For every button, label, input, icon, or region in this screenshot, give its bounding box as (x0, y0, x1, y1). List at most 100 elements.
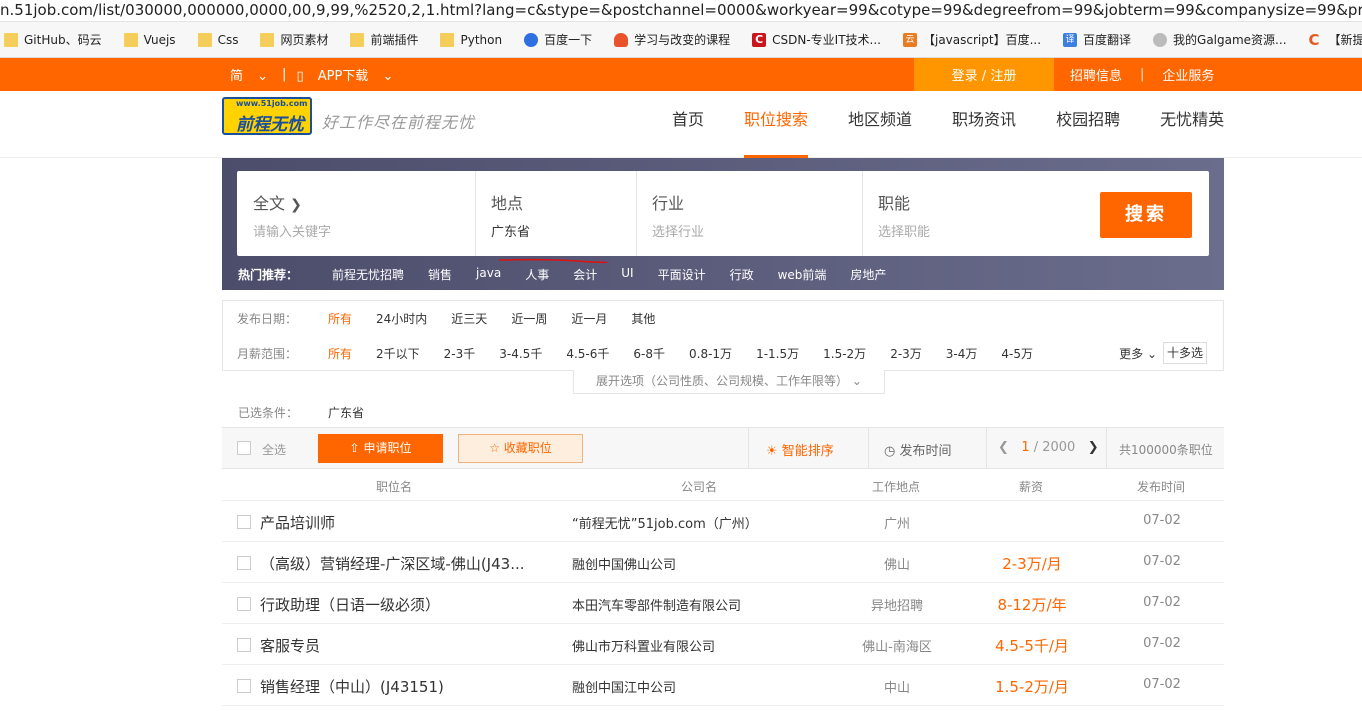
salary-option[interactable]: 1-1.5万 (756, 345, 799, 362)
hot-keyword[interactable]: 行政 (730, 266, 754, 283)
table-row[interactable]: 客服专员 佛山市万科置业有限公司 佛山-南海区 4.5-5千/月 07-02 (222, 624, 1224, 665)
salary-option[interactable]: 2-3千 (444, 345, 476, 362)
hot-keyword[interactable]: 会计 (573, 266, 597, 283)
salary-option[interactable]: 2-3万 (890, 345, 922, 362)
apply-job-button[interactable]: ⇧ 申请职位 (318, 434, 443, 463)
bookmark-item[interactable]: 网页素材 (260, 31, 328, 48)
date-option[interactable]: 近三天 (451, 310, 487, 327)
bookmark-item[interactable]: GitHub、码云 (4, 31, 102, 48)
company-name[interactable]: “前程无忧”51job.com（广州） (572, 513, 758, 532)
recruit-info-link[interactable]: 招聘信息 (1070, 65, 1122, 84)
app-download-link[interactable]: ▯ APP下载 ⌄ (296, 65, 393, 84)
job-title[interactable]: （高级）营销经理-广深区域-佛山(J43... (260, 553, 550, 574)
location-field[interactable]: 地点 广东省 (476, 171, 636, 256)
prev-page-icon[interactable]: ❮ (998, 440, 1009, 455)
multi-select-button[interactable]: 十多选 (1163, 342, 1207, 364)
nav-item[interactable]: 地区频道 (828, 91, 932, 158)
hot-keyword[interactable]: 前程无忧招聘 (332, 266, 404, 283)
favorite-job-button[interactable]: ☆ 收藏职位 (458, 434, 583, 463)
keyword-input[interactable]: 请输入关键字 (253, 221, 331, 240)
salary-option[interactable]: 所有 (328, 345, 352, 362)
hot-keyword[interactable]: web前端 (778, 266, 827, 283)
job-title[interactable]: 产品培训师 (260, 512, 550, 533)
function-select[interactable]: 选择职能 (878, 221, 930, 240)
nav-item[interactable]: 校园招聘 (1036, 91, 1140, 158)
date-option[interactable]: 24小时内 (376, 310, 427, 327)
date-option[interactable]: 近一月 (571, 310, 607, 327)
salary-option[interactable]: 1.5-2万 (823, 345, 866, 362)
company-name[interactable]: 融创中国江中公司 (572, 677, 676, 696)
hot-keyword[interactable]: java (476, 266, 501, 283)
fulltext-field[interactable]: 全文 ❯ 请输入关键字 (237, 171, 475, 256)
row-checkbox[interactable] (237, 638, 251, 652)
date-option[interactable]: 所有 (328, 310, 352, 327)
bookmark-item[interactable]: 前端插件 (350, 31, 418, 48)
more-button[interactable]: 更多 ⌄ (1119, 345, 1157, 362)
job-title[interactable]: 销售经理（中山）(J43151) (260, 676, 550, 697)
date-option[interactable]: 近一周 (511, 310, 547, 327)
table-row[interactable]: 销售经理（中山）(J43151) 融创中国江中公司 中山 1.5-2万/月 07-02 (222, 665, 1224, 706)
nav-item[interactable]: 职位搜索 (724, 91, 828, 158)
enterprise-service-link[interactable]: 企业服务 (1162, 65, 1214, 84)
function-field[interactable]: 职能 选择职能 (863, 171, 1088, 256)
nav-item[interactable]: 职场资讯 (932, 91, 1036, 158)
bookmark-item[interactable]: C CSDN-专业IT技术... (752, 31, 881, 48)
bookmark-item[interactable]: 学习与改变的课程 (614, 31, 730, 48)
bookmark-item[interactable]: Css (197, 32, 238, 47)
row-checkbox[interactable] (237, 679, 251, 693)
condition-tag[interactable]: 广东省 (328, 404, 364, 421)
salary-option[interactable]: 0.8-1万 (689, 345, 732, 362)
salary-option[interactable]: 6-8千 (633, 345, 665, 362)
table-row[interactable]: （高级）营销经理-广深区域-佛山(J43... 融创中国佛山公司 佛山 2-3万/月 0… (222, 542, 1224, 583)
salary-option[interactable]: 4-5万 (1001, 345, 1033, 362)
bookmark-item[interactable]: 译百度翻译 (1063, 31, 1131, 48)
nav-item[interactable]: 首页 (652, 91, 724, 158)
bookmark-item[interactable]: 我的Galgame资源... (1153, 31, 1287, 48)
clock-icon: ◷ (884, 444, 896, 459)
table-row[interactable]: 行政助理（日语一级必须） 本田汽车零部件制造有限公司 异地招聘 8-12万/年 07-0… (222, 583, 1224, 624)
site-logo[interactable]: www.51job.com 前程无忧 (222, 97, 312, 139)
select-all-label[interactable]: 全选 (262, 441, 286, 458)
company-name[interactable]: 融创中国佛山公司 (572, 554, 676, 573)
industry-field[interactable]: 行业 选择行业 (637, 171, 862, 256)
salary-option[interactable]: 4.5-6千 (566, 345, 609, 362)
csdn-icon: C (752, 32, 767, 47)
search-button[interactable]: 搜索 (1100, 192, 1192, 238)
bookmark-item[interactable]: Vuejs (123, 32, 176, 47)
hot-keyword[interactable]: 销售 (428, 266, 452, 283)
company-name[interactable]: 本田汽车零部件制造有限公司 (572, 595, 741, 614)
hot-keyword[interactable]: 平面设计 (658, 266, 706, 283)
salary-option[interactable]: 3-4万 (946, 345, 978, 362)
header-title: 职位名 (376, 480, 413, 494)
bookmark-item[interactable]: C 【新提醒】 (1309, 31, 1362, 48)
row-checkbox[interactable] (237, 556, 251, 570)
bookmark-item[interactable]: Python (440, 32, 502, 47)
address-bar[interactable]: n.51job.com/list/030000,000000,0000,00,9… (0, 0, 1362, 22)
table-row[interactable]: 产品培训师 “前程无忧”51job.com（广州） 广州 07-02 (222, 501, 1224, 542)
salary-option[interactable]: 2千以下 (376, 345, 420, 362)
hot-keyword[interactable]: UI (621, 266, 633, 283)
salary-option[interactable]: 3-4.5千 (499, 345, 542, 362)
bookmark-item[interactable]: 百度一下 (524, 31, 592, 48)
location-value[interactable]: 广东省 (491, 221, 530, 240)
select-all-checkbox[interactable] (237, 441, 251, 455)
chevron-down-icon: ⌄ (1146, 347, 1157, 361)
smart-sort-button[interactable]: ☀ 智能排序 (766, 440, 834, 459)
date-filter-row: 发布日期： 所有 24小时内 近三天 近一周 近一月 其他 (223, 301, 1223, 336)
language-switch[interactable]: 简 ⌄ (230, 65, 268, 84)
row-checkbox[interactable] (237, 515, 251, 529)
publish-time-sort-button[interactable]: ◷ 发布时间 (884, 440, 952, 459)
bookmark-item[interactable]: 云【javascript】百度... (902, 31, 1041, 48)
nav-item[interactable]: 无忧精英 (1140, 91, 1244, 158)
next-page-icon[interactable]: ❯ (1088, 440, 1099, 455)
industry-select[interactable]: 选择行业 (652, 221, 704, 240)
login-register-button[interactable]: 登录 / 注册 (914, 58, 1054, 91)
job-title[interactable]: 客服专员 (260, 635, 550, 656)
hot-keyword[interactable]: 房地产 (850, 266, 886, 283)
date-option[interactable]: 其他 (631, 310, 655, 327)
row-checkbox[interactable] (237, 597, 251, 611)
company-name[interactable]: 佛山市万科置业有限公司 (572, 636, 715, 655)
expand-options-button[interactable]: 展开选项（公司性质、公司规模、工作年限等） ⌄ (573, 370, 885, 394)
job-title[interactable]: 行政助理（日语一级必须） (260, 594, 550, 615)
hot-keyword[interactable]: 人事 (525, 266, 549, 283)
